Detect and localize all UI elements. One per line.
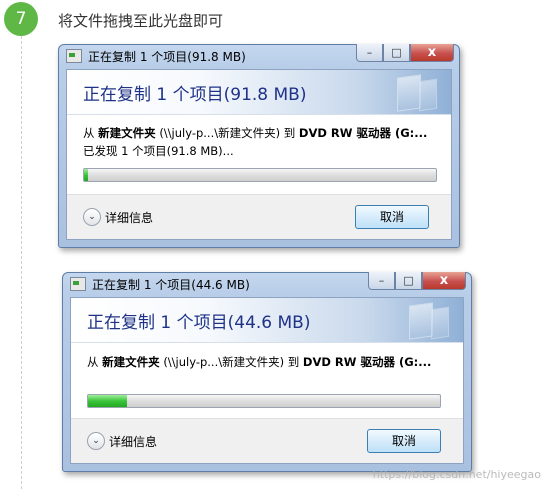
to-label: 到 xyxy=(287,355,300,369)
copy-source-line: 从 新建文件夹 (\\july-p...\新建文件夹) 到 DVD RW 驱动器… xyxy=(87,354,431,370)
copy-dialog-2: 正在复制 1 个项目(44.6 MB) – □ x 正在复制 1 个项目(44.… xyxy=(62,272,472,472)
window-title: 正在复制 1 个项目(44.6 MB) xyxy=(92,277,250,292)
header-decoration xyxy=(419,78,437,112)
dialog-content: 正在复制 1 个项目(91.8 MB) 从 新建文件夹 (\\july-p...… xyxy=(66,69,452,240)
minimize-button[interactable]: – xyxy=(368,272,395,290)
dialog-content: 正在复制 1 个项目(44.6 MB) 从 新建文件夹 (\\july-p...… xyxy=(70,297,464,464)
dialog-footer: ⌄ 详细信息 取消 xyxy=(71,418,463,463)
close-button[interactable]: x xyxy=(422,272,466,290)
copy-source-line: 从 新建文件夹 (\\july-p...\新建文件夹) 到 DVD RW 驱动器… xyxy=(83,125,427,141)
window-titlebar[interactable]: 正在复制 1 个项目(44.6 MB) – □ x xyxy=(62,272,472,296)
header-decoration xyxy=(409,302,433,340)
more-details-label: 详细信息 xyxy=(105,210,154,225)
dialog-header: 正在复制 1 个项目(44.6 MB) xyxy=(71,298,463,343)
step-badge: 7 xyxy=(4,2,38,36)
maximize-button[interactable]: □ xyxy=(383,44,410,62)
header-decoration xyxy=(431,306,449,340)
chevron-down-icon: ⌄ xyxy=(87,432,105,450)
dialog-footer: ⌄ 详细信息 取消 xyxy=(67,194,451,239)
close-button[interactable]: x xyxy=(410,44,454,62)
window-titlebar[interactable]: 正在复制 1 个项目(91.8 MB) – □ x xyxy=(58,44,460,68)
source-folder-link[interactable]: 新建文件夹 xyxy=(98,126,156,140)
window-controls: – □ x xyxy=(356,44,454,62)
destination-link[interactable]: DVD RW 驱动器 (G:... xyxy=(299,126,427,140)
from-label: 从 xyxy=(83,126,95,140)
source-folder-link[interactable]: 新建文件夹 xyxy=(102,355,160,369)
watermark-text: https://blog.csdn.net/hiyeegao xyxy=(372,468,541,481)
items-found-text: 已发现 1 个项目(91.8 MB)... xyxy=(83,144,234,158)
copy-icon xyxy=(66,49,82,63)
minimize-button[interactable]: – xyxy=(356,44,383,62)
chevron-down-icon: ⌄ xyxy=(83,208,101,226)
more-details-label: 详细信息 xyxy=(109,434,158,449)
window-title: 正在复制 1 个项目(91.8 MB) xyxy=(88,49,246,64)
dialog-header-title: 正在复制 1 个项目(91.8 MB) xyxy=(83,85,307,105)
source-path: (\\july-p...\新建文件夹) xyxy=(163,355,285,369)
progress-fill xyxy=(84,169,88,181)
source-path: (\\july-p...\新建文件夹) xyxy=(159,126,281,140)
window-controls: – □ x xyxy=(368,272,466,290)
maximize-button[interactable]: □ xyxy=(395,272,422,290)
step-connector-line xyxy=(21,36,22,489)
to-label: 到 xyxy=(283,126,296,140)
cancel-button[interactable]: 取消 xyxy=(367,429,441,453)
copy-progress-bar xyxy=(87,394,441,408)
dialog-header-title: 正在复制 1 个项目(44.6 MB) xyxy=(87,313,311,333)
copy-icon xyxy=(70,277,86,291)
from-label: 从 xyxy=(87,355,99,369)
copy-progress-bar xyxy=(83,168,437,182)
header-decoration xyxy=(397,74,421,112)
destination-link[interactable]: DVD RW 驱动器 (G:... xyxy=(303,355,431,369)
progress-fill xyxy=(88,395,127,407)
more-details-toggle[interactable]: ⌄ 详细信息 xyxy=(83,208,153,226)
copy-dialog-1: 正在复制 1 个项目(91.8 MB) – □ x 正在复制 1 个项目(91.… xyxy=(58,44,460,248)
step-title: 将文件拖拽至此光盘即可 xyxy=(58,12,224,30)
dialog-header: 正在复制 1 个项目(91.8 MB) xyxy=(67,70,451,115)
cancel-button[interactable]: 取消 xyxy=(355,205,429,229)
more-details-toggle[interactable]: ⌄ 详细信息 xyxy=(87,432,157,450)
